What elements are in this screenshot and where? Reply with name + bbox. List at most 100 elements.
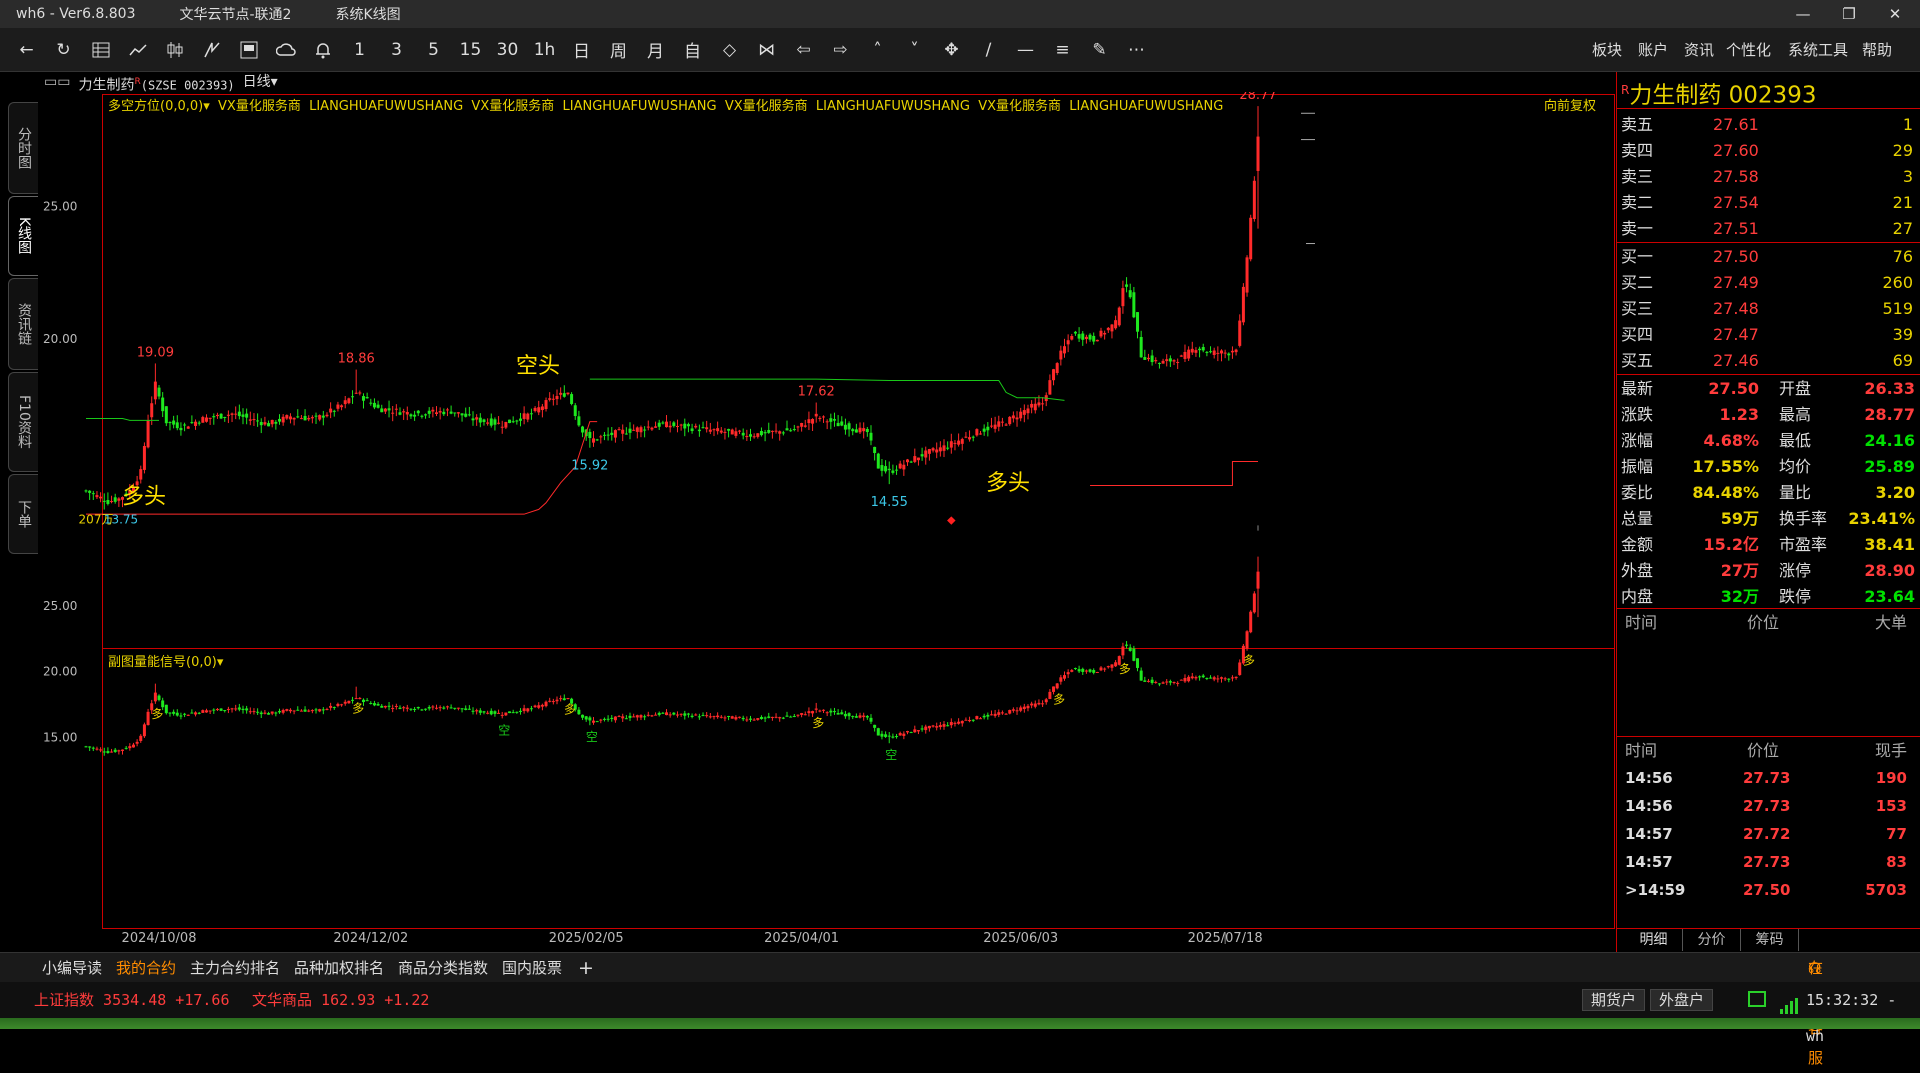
indicator-name[interactable]: 多空方位(0,0,0)▾ (108, 99, 210, 114)
back-icon[interactable]: ← (8, 28, 45, 72)
menu-sector[interactable]: 板块 (1592, 28, 1622, 72)
stat-row: 总量 59万 换手率 23.41% (1617, 506, 1920, 532)
erase-icon[interactable]: ✎ (1081, 28, 1118, 72)
period-30min[interactable]: 30 (489, 28, 526, 72)
sub-indicator-name[interactable]: 副图量能信号(0,0)▾ (108, 651, 223, 670)
futures-account-button[interactable]: 期货户 (1582, 989, 1646, 1011)
tab-news-chain[interactable]: 资讯链 (8, 278, 38, 370)
period-month[interactable]: 月 (637, 28, 674, 72)
tab-my-contracts[interactable]: 我的合约 (116, 953, 176, 983)
sub-candle (1187, 676, 1191, 682)
screen-icon[interactable] (230, 28, 267, 72)
menu-news[interactable]: 资讯 (1684, 28, 1714, 72)
diamond-icon[interactable]: ◇ (711, 28, 748, 72)
main-candle (763, 432, 767, 434)
sub-candle (212, 709, 216, 711)
period-5min[interactable]: 5 (415, 28, 452, 72)
ask-price: 27.51 (1713, 219, 1759, 238)
bid-row[interactable]: 买五 27.46 69 (1617, 348, 1920, 374)
down-chevron-icon[interactable]: ˅ (896, 28, 933, 72)
trend-line-icon[interactable]: ∕ (970, 28, 1007, 72)
bid-row[interactable]: 买四 27.47 39 (1617, 322, 1920, 348)
tab-commodity-index[interactable]: 商品分类指数 (398, 953, 488, 983)
menu-system-tools[interactable]: 系统工具 (1788, 28, 1848, 72)
index-wh[interactable]: 文华商品 162.93 +1.22 (252, 982, 429, 1018)
up-chevron-icon[interactable]: ˄ (859, 28, 896, 72)
sub-candle (643, 716, 647, 718)
ask-row[interactable]: 卖一 27.51 27 (1617, 216, 1920, 242)
menu-personalize[interactable]: 个性化 (1726, 28, 1771, 72)
main-candle (672, 422, 676, 427)
flash-chart-icon[interactable] (193, 28, 230, 72)
main-candle (884, 466, 888, 472)
ask-row[interactable]: 卖五 27.61 1 (1617, 112, 1920, 138)
index-sh[interactable]: 上证指数 3534.48 +17.66 (34, 982, 229, 1018)
main-candle (577, 416, 581, 426)
main-candle (905, 459, 909, 463)
ask-row[interactable]: 卖三 27.58 3 (1617, 164, 1920, 190)
cloud-sync-icon[interactable] (267, 28, 304, 72)
overseas-account-button[interactable]: 外盘户 (1650, 989, 1714, 1011)
bid-row[interactable]: 买三 27.48 519 (1617, 296, 1920, 322)
hline-icon[interactable]: — (1007, 28, 1044, 72)
tab-kline[interactable]: K线图 (8, 196, 38, 276)
tab-f10[interactable]: F10资料 (8, 372, 38, 472)
bell-icon[interactable] (304, 28, 341, 72)
adjust-mode[interactable]: 向前复权 (1544, 95, 1596, 114)
menu-account[interactable]: 账户 (1638, 28, 1668, 72)
close-button[interactable]: ✕ (1872, 0, 1918, 28)
tab-weighted-rank[interactable]: 品种加权排名 (294, 953, 384, 983)
sub-candle (559, 698, 563, 700)
table-icon[interactable] (82, 28, 119, 72)
tab-editor-guide[interactable]: 小编导读 (42, 953, 102, 983)
maximize-button[interactable]: ❐ (1826, 0, 1872, 28)
period-1min[interactable]: 1 (341, 28, 378, 72)
kline-chart[interactable]: 25.00 20.00 25.00 20.00 15.00 19.09 18.86 15.92… (38, 92, 1616, 952)
line-chart-icon[interactable] (119, 28, 156, 72)
ask-row[interactable]: 卖四 27.60 29 (1617, 138, 1920, 164)
tab-domestic-stocks[interactable]: 国内股票 (502, 953, 562, 983)
tab-price-dist[interactable]: 分价 (1683, 929, 1741, 951)
tab-timeshare[interactable]: 分时图 (8, 102, 38, 194)
kline-icon[interactable] (156, 28, 193, 72)
price-annotation: 19.09 (137, 345, 174, 360)
refresh-icon[interactable]: ↻ (45, 28, 82, 72)
sub-candle (522, 708, 526, 712)
add-tab-button[interactable]: + (578, 953, 594, 983)
x-tick-label: 2024/12/02 (333, 931, 408, 946)
bowtie-icon[interactable]: ⋈ (748, 28, 785, 72)
left-arrow-icon[interactable]: ⇦ (785, 28, 822, 72)
main-candle (960, 439, 964, 444)
menu-help[interactable]: 帮助 (1862, 28, 1892, 72)
main-candle (745, 435, 749, 438)
period-day[interactable]: 日 (563, 28, 600, 72)
sub-candle (263, 712, 267, 714)
period-15min[interactable]: 15 (452, 28, 489, 72)
bid-row[interactable]: 买一 27.50 76 (1617, 244, 1920, 270)
period-custom[interactable]: 自 (674, 28, 711, 72)
main-candle (946, 447, 950, 449)
link-icon[interactable]: ▭▭ (44, 72, 70, 92)
right-arrow-icon[interactable]: ⇨ (822, 28, 859, 72)
main-candle (1146, 357, 1150, 360)
bottom-tab-bar: 小编导读 我的合约 主力合约排名 品种加权排名 商品分类指数 国内股票 + ☊ … (0, 952, 1920, 1067)
main-candle (95, 495, 99, 498)
ask-row[interactable]: 卖二 27.54 21 (1617, 190, 1920, 216)
tab-main-contract-rank[interactable]: 主力合约排名 (190, 953, 280, 983)
main-candle (1256, 136, 1260, 171)
more-icon[interactable]: ⋯ (1118, 28, 1155, 72)
minimize-button[interactable]: — (1780, 0, 1826, 28)
period-1h[interactable]: 1h (526, 28, 563, 72)
sub-candle (215, 709, 219, 711)
main-candle (347, 398, 351, 404)
crosshair-icon[interactable]: ✥ (933, 28, 970, 72)
bid-row[interactable]: 买二 27.49 260 (1617, 270, 1920, 296)
period-select[interactable]: 日线▾ (243, 72, 278, 92)
fib-icon[interactable]: ≡ (1044, 28, 1081, 72)
tab-detail[interactable]: 明细 (1625, 929, 1683, 951)
tab-order[interactable]: 下单 (8, 474, 38, 554)
period-week[interactable]: 周 (600, 28, 637, 72)
tab-chips[interactable]: 筹码 (1741, 929, 1799, 951)
stat-value: 15.2亿 (1703, 535, 1759, 554)
period-3min[interactable]: 3 (378, 28, 415, 72)
